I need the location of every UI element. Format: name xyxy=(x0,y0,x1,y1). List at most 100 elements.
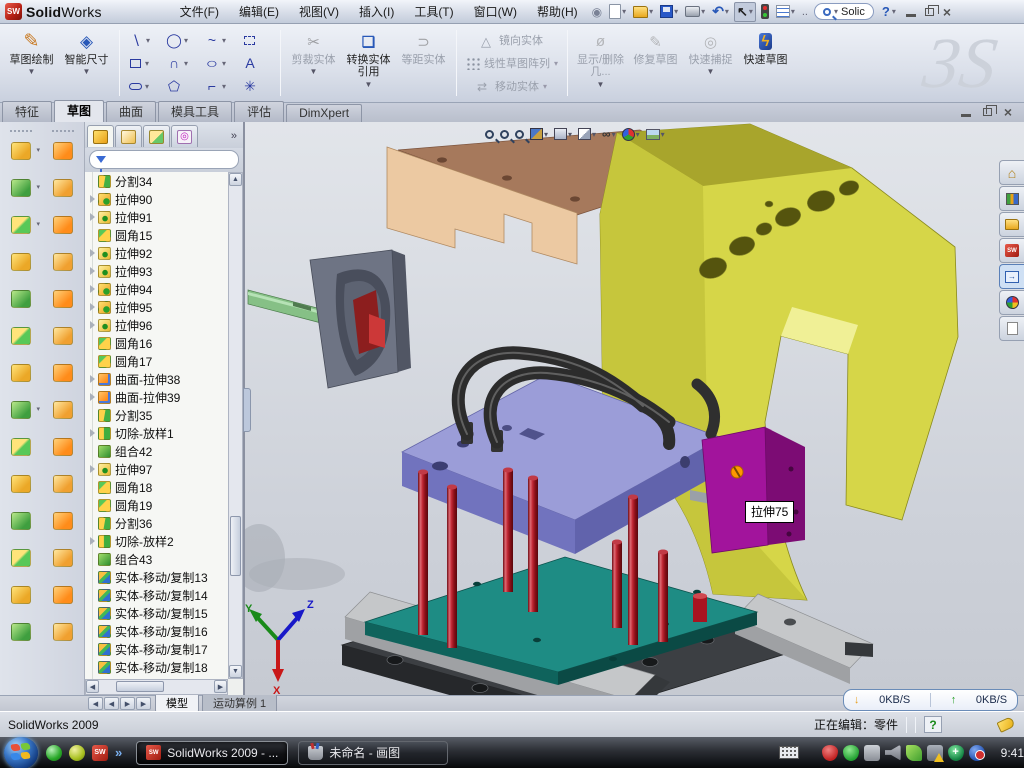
taskpane-tab-view-palette[interactable]: → xyxy=(999,264,1024,289)
linear-pattern-button[interactable]: ▾ xyxy=(8,397,34,422)
start-button[interactable] xyxy=(4,737,38,768)
edit-appearance-button[interactable]: ▾ xyxy=(622,128,640,141)
tree-item[interactable]: 分割35 xyxy=(85,406,228,424)
fillet-button[interactable]: ▾ xyxy=(8,212,34,237)
filled-surface-button[interactable] xyxy=(50,249,76,274)
taskpane-tab-appearances[interactable] xyxy=(999,290,1024,315)
curve-button[interactable] xyxy=(8,582,34,607)
panel-splitter-handle[interactable] xyxy=(243,388,251,432)
tree-item[interactable]: 圆角19 xyxy=(85,496,228,514)
tree-item[interactable]: 拉伸93 xyxy=(85,262,228,280)
mirror-button[interactable] xyxy=(8,545,34,570)
menu-item[interactable]: 插入(I) xyxy=(349,0,404,23)
expand-arrow-icon[interactable] xyxy=(87,303,97,311)
tab-评估[interactable]: 评估 xyxy=(234,101,284,122)
select-arrow-button[interactable]: ↖▾ xyxy=(734,2,756,22)
dropdown-icon[interactable]: ▾ xyxy=(146,36,150,45)
dropdown-icon[interactable]: ▼ xyxy=(28,67,36,76)
draft-button[interactable] xyxy=(8,471,34,496)
doc-minimize-icon[interactable] xyxy=(961,107,971,117)
tab-DimXpert[interactable]: DimXpert xyxy=(286,104,362,122)
entity-button-sketch-fillet[interactable]: ⌐▾ xyxy=(201,75,237,98)
tree-item[interactable]: 拉伸91 xyxy=(85,208,228,226)
planar-surface-button[interactable] xyxy=(50,360,76,385)
ribbon-button-trim-entities[interactable]: ✂剪裁实体▼ xyxy=(286,28,341,99)
menu-item[interactable]: 帮助(H) xyxy=(527,0,588,23)
last-icon[interactable]: ▶ xyxy=(136,697,151,710)
menu-item[interactable]: 视图(V) xyxy=(289,0,349,23)
expand-arrow-icon[interactable] xyxy=(87,537,97,545)
ribbon-button-rapid-sketch[interactable]: ϟ快速草图 xyxy=(738,28,793,99)
dropdown-icon[interactable]: ▾ xyxy=(222,82,226,91)
volume-icon[interactable] xyxy=(885,745,901,761)
tree-filter-input[interactable] xyxy=(89,150,239,169)
zoom-area-button[interactable] xyxy=(500,130,509,139)
tree-item[interactable]: 圆角15 xyxy=(85,226,228,244)
dropdown-icon[interactable]: ▾ xyxy=(36,220,40,228)
dropdown-icon[interactable]: ▾ xyxy=(543,82,547,91)
expand-arrow-icon[interactable] xyxy=(87,195,97,203)
tab-模具工具[interactable]: 模具工具 xyxy=(158,101,232,122)
toolbar-grip[interactable] xyxy=(52,130,74,133)
scroll-left-icon[interactable]: ◀ xyxy=(86,680,99,693)
tree-item[interactable]: 切除-放样1 xyxy=(85,424,228,442)
ribbon-row-linear-pattern[interactable]: 线性草图阵列▾ xyxy=(462,53,562,73)
taskbar-button-2[interactable]: 未命名 - 画图 xyxy=(298,741,448,765)
entity-button-ellipse[interactable]: ○▾ xyxy=(201,52,237,75)
dropdown-icon[interactable]: ▾ xyxy=(222,36,226,45)
ribbon-button-convert-entities[interactable]: ❏转换实体引用▼ xyxy=(341,28,396,99)
open-button[interactable]: ▾ xyxy=(631,5,655,19)
shell-button[interactable] xyxy=(8,508,34,533)
search-dropdown-icon[interactable]: ▾ xyxy=(834,7,838,16)
entity-button-select-box[interactable] xyxy=(239,29,275,52)
tree-vertical-scrollbar[interactable]: ▲ ▼ xyxy=(228,172,243,679)
security-red-shield-icon[interactable] xyxy=(822,745,838,761)
expand-arrow-icon[interactable] xyxy=(87,213,97,221)
section-view-button[interactable]: ▾ xyxy=(530,128,548,140)
doc-close-icon[interactable]: × xyxy=(1004,105,1012,119)
tree-item[interactable]: 拉伸96 xyxy=(85,316,228,334)
dropdown-icon[interactable]: ▼ xyxy=(83,67,91,76)
options-checklist-button[interactable]: ▾ xyxy=(774,4,797,19)
dropdown-icon[interactable]: ▾ xyxy=(184,59,188,68)
tree-item[interactable]: 切除-放样2 xyxy=(85,532,228,550)
dropdown-icon[interactable]: ▾ xyxy=(749,7,753,16)
solidworks-icon[interactable]: SW xyxy=(92,745,108,761)
tree-item[interactable]: 分割34 xyxy=(85,172,228,190)
help-button[interactable]: ? xyxy=(882,5,890,18)
tree-item[interactable]: 实体-移动/复制18 xyxy=(85,658,228,676)
tree-horizontal-scrollbar[interactable]: ◀ ▶ xyxy=(85,679,228,695)
dropdown-icon[interactable]: ▾ xyxy=(145,82,149,91)
power-leaf-icon[interactable] xyxy=(906,745,922,761)
tree-item[interactable]: 组合42 xyxy=(85,442,228,460)
dropdown-icon[interactable]: ▾ xyxy=(544,130,548,139)
dropdown-icon[interactable]: ▾ xyxy=(791,7,795,16)
ribbon-button-sketch-pencil[interactable]: ✎草图绘制▼ xyxy=(4,28,59,99)
toolbar-grip[interactable] xyxy=(10,130,32,133)
panel-tabs-overflow-icon[interactable]: » xyxy=(227,130,241,142)
entity-button-text[interactable]: A xyxy=(239,52,275,75)
dropdown-icon[interactable]: ▼ xyxy=(597,80,605,89)
tree-item[interactable]: 拉伸97 xyxy=(85,460,228,478)
taskpane-tab-home[interactable]: ⌂ xyxy=(999,160,1024,185)
tree-item[interactable]: 分割36 xyxy=(85,514,228,532)
dropdown-icon[interactable]: ▾ xyxy=(36,405,40,413)
freeform-button[interactable] xyxy=(50,619,76,644)
swept-boss-button[interactable] xyxy=(8,249,34,274)
swept-surface-button[interactable] xyxy=(50,138,76,163)
replace-face-button[interactable] xyxy=(50,545,76,570)
shield-plus-icon[interactable]: + xyxy=(948,745,964,761)
doc-restore-icon[interactable] xyxy=(983,108,992,116)
expand-arrow-icon[interactable] xyxy=(87,321,97,329)
close-icon[interactable]: × xyxy=(943,5,951,19)
expand-arrow-icon[interactable] xyxy=(87,393,97,401)
taskpane-tab-resources[interactable] xyxy=(999,186,1024,211)
model-magenta-insert[interactable] xyxy=(702,427,805,553)
tree-item[interactable]: 曲面-拉伸38 xyxy=(85,370,228,388)
offset-surface-button[interactable] xyxy=(50,323,76,348)
first-icon[interactable]: ◀ xyxy=(88,697,103,710)
sync-alert-icon[interactable] xyxy=(969,745,985,761)
entity-button-spline[interactable]: ~▾ xyxy=(201,29,237,52)
entity-button-rectangle[interactable]: ▾ xyxy=(125,52,161,75)
tree-item[interactable]: 曲面-拉伸39 xyxy=(85,388,228,406)
